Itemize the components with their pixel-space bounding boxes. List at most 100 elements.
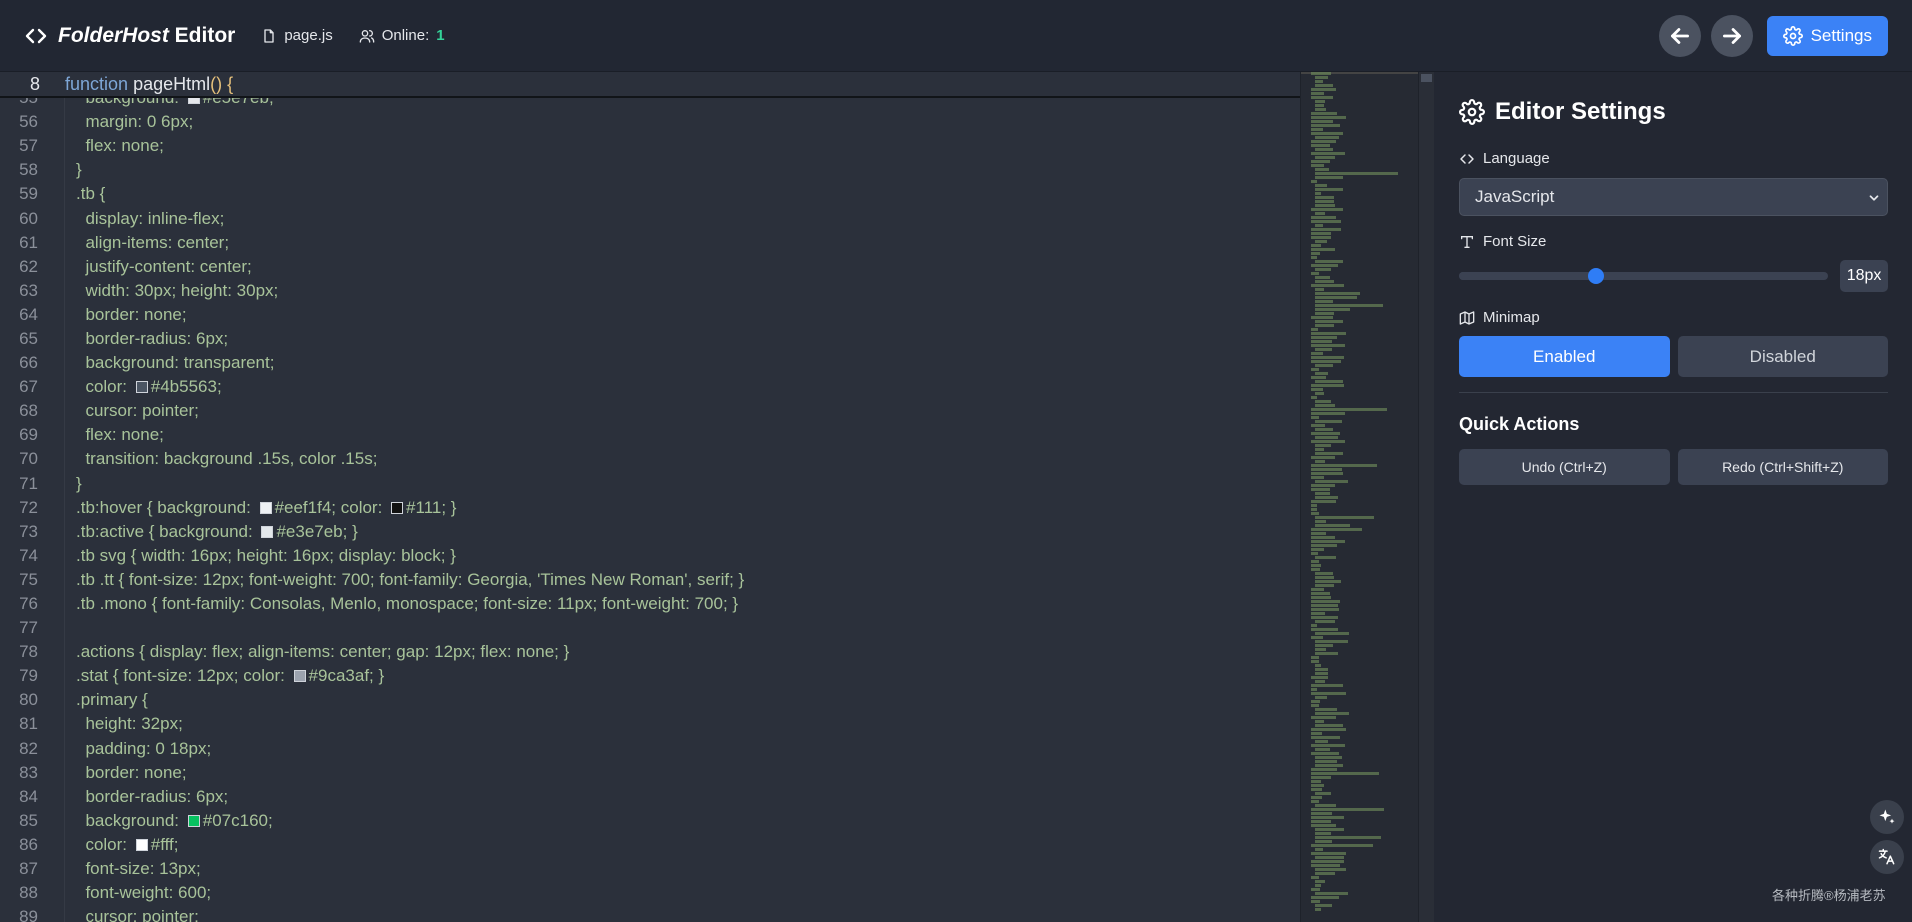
minimap-line: [1315, 392, 1324, 395]
minimap-line: [1311, 768, 1337, 771]
back-button[interactable]: [1658, 14, 1701, 57]
color-swatch[interactable]: [187, 814, 200, 827]
minimap-line: [1315, 280, 1334, 283]
code-line[interactable]: 68 cursor: pointer;: [0, 399, 1300, 423]
minimap-line: [1315, 288, 1324, 291]
code-line[interactable]: 80 .primary {: [0, 688, 1300, 712]
language-select[interactable]: JavaScript: [1459, 178, 1888, 216]
code-lines[interactable]: 55 background: #e5e7eb;56 margin: 0 6px;…: [0, 86, 1300, 922]
code-line[interactable]: 77: [0, 616, 1300, 640]
line-number: 62: [19, 256, 38, 276]
code-line[interactable]: 82 padding: 0 18px;: [0, 737, 1300, 761]
code-editor[interactable]: 55 background: #e5e7eb;56 margin: 0 6px;…: [0, 72, 1300, 922]
code-line[interactable]: 69 flex: none;: [0, 423, 1300, 447]
minimap-disabled-button[interactable]: Disabled: [1677, 336, 1888, 377]
minimap-line: [1311, 660, 1319, 663]
minimap-line: [1311, 500, 1336, 503]
minimap-line: [1311, 356, 1344, 359]
color-swatch[interactable]: [259, 501, 272, 514]
minimap-line: [1315, 828, 1344, 831]
code-line[interactable]: 78 .actions { display: flex; align-items:…: [0, 640, 1300, 664]
translate-button[interactable]: [1870, 840, 1904, 874]
minimap-line: [1311, 368, 1319, 371]
minimap-line: [1311, 852, 1346, 855]
scrollbar-thumb[interactable]: [1421, 74, 1432, 82]
language-select-value: JavaScript: [1475, 187, 1555, 206]
font-size-value: 18px: [1840, 260, 1888, 292]
code-line[interactable]: 71}: [0, 472, 1300, 496]
code-line[interactable]: 81 height: 32px;: [0, 712, 1300, 736]
minimap[interactable]: [1300, 72, 1418, 922]
line-number: 58: [19, 160, 38, 180]
code-line[interactable]: 58}: [0, 158, 1300, 182]
code-line[interactable]: 63 width: 30px; height: 30px;: [0, 279, 1300, 303]
code-line[interactable]: 72 .tb:hover { background: #eef1f4; color…: [0, 496, 1300, 520]
minimap-line: [1311, 236, 1331, 239]
code-line[interactable]: 67 color: #4b5563;: [0, 375, 1300, 399]
undo-button[interactable]: Undo (Ctrl+Z): [1459, 449, 1670, 485]
vertical-scrollbar[interactable]: [1418, 72, 1434, 922]
code-line[interactable]: 56 margin: 0 6px;: [0, 110, 1300, 134]
settings-button[interactable]: Settings: [1766, 15, 1888, 56]
code-line[interactable]: 87 font-size: 13px;: [0, 857, 1300, 881]
sticky-scroll-header[interactable]: 8 function pageHtml() {: [0, 72, 1300, 98]
sticky-keyword: function: [65, 73, 129, 94]
code-line[interactable]: 65 border-radius: 6px;: [0, 327, 1300, 351]
minimap-line: [1315, 644, 1333, 647]
line-number: 70: [19, 449, 38, 469]
code-line[interactable]: 86 color: #fff;: [0, 833, 1300, 857]
minimap-line: [1311, 256, 1317, 259]
color-swatch[interactable]: [293, 670, 306, 683]
line-number: 65: [19, 328, 38, 348]
minimap-line: [1315, 304, 1383, 307]
minimap-line: [1311, 596, 1331, 599]
minimap-line: [1315, 372, 1328, 375]
minimap-line: [1311, 860, 1344, 863]
code-line[interactable]: 84 border-radius: 6px;: [0, 785, 1300, 809]
minimap-line: [1315, 312, 1334, 315]
font-size-slider[interactable]: [1459, 268, 1829, 284]
code-line[interactable]: 61 align-items: center;: [0, 231, 1300, 255]
code-line[interactable]: 79 .stat { font-size: 12px; color: #9ca3a…: [0, 664, 1300, 688]
chevron-down-icon: [1869, 195, 1879, 201]
current-file: page.js: [261, 27, 333, 44]
code-line[interactable]: 76 .tb .mono { font-family: Consolas, Men…: [0, 592, 1300, 616]
ai-sparkle-button[interactable]: [1870, 800, 1904, 834]
code-line[interactable]: 83 border: none;: [0, 761, 1300, 785]
redo-button[interactable]: Redo (Ctrl+Shift+Z): [1677, 449, 1888, 485]
font-size-slider-thumb[interactable]: [1587, 268, 1604, 284]
code-line[interactable]: 85 background: #07c160;: [0, 809, 1300, 833]
minimap-line: [1311, 340, 1332, 343]
color-swatch[interactable]: [261, 525, 274, 538]
code-line[interactable]: 73 .tb:active { background: #e3e7eb; }: [0, 520, 1300, 544]
minimap-line: [1311, 548, 1324, 551]
code-line[interactable]: 66 background: transparent;: [0, 351, 1300, 375]
line-number: 77: [19, 618, 38, 638]
minimap-line: [1315, 428, 1333, 431]
color-swatch[interactable]: [135, 838, 148, 851]
color-value: #07c160: [202, 810, 268, 830]
forward-button[interactable]: [1710, 14, 1753, 57]
code-line[interactable]: 57 flex: none;: [0, 134, 1300, 158]
line-number: 81: [19, 714, 38, 734]
minimap-line: [1311, 228, 1341, 231]
minimap-line: [1315, 460, 1325, 463]
code-line[interactable]: 75 .tb .tt { font-size: 12px; font-weight…: [0, 568, 1300, 592]
code-line[interactable]: 62 justify-content: center;: [0, 255, 1300, 279]
color-swatch[interactable]: [391, 501, 404, 514]
minimap-line: [1311, 416, 1319, 419]
minimap-enabled-button[interactable]: Enabled: [1459, 336, 1670, 377]
code-line[interactable]: 70 transition: background .15s, color .1…: [0, 447, 1300, 471]
minimap-line: [1311, 152, 1345, 155]
color-swatch[interactable]: [135, 381, 148, 394]
code-line[interactable]: 59 .tb {: [0, 182, 1300, 206]
app-header: FolderHost Editor page.js Online: 1 Sett…: [0, 0, 1912, 72]
code-line[interactable]: 64 border: none;: [0, 303, 1300, 327]
code-line[interactable]: 74 .tb svg { width: 16px; height: 16px; d…: [0, 544, 1300, 568]
minimap-line: [1315, 324, 1334, 327]
code-line[interactable]: 88 font-weight: 600;: [0, 881, 1300, 905]
code-line[interactable]: 60 display: inline-flex;: [0, 206, 1300, 230]
minimap-line: [1311, 232, 1331, 235]
code-line[interactable]: 89 cursor: pointer;: [0, 905, 1300, 922]
line-code: border: none;: [76, 305, 186, 325]
